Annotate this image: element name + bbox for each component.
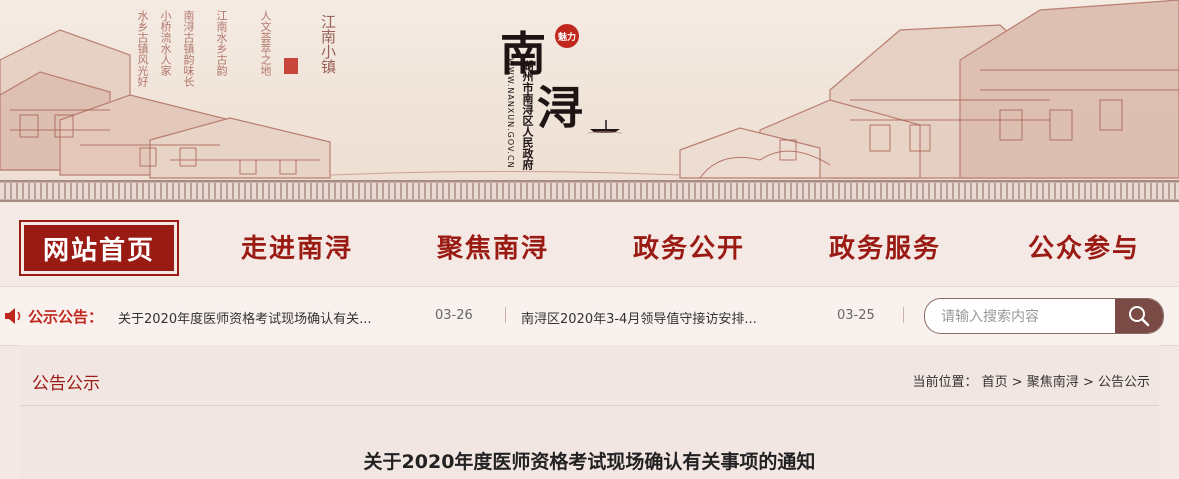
nav-item-about-nanxun[interactable]: 走进南浔	[222, 220, 372, 272]
speaker-icon	[5, 308, 21, 324]
search-button[interactable]	[1115, 299, 1163, 333]
nav-item-government-services[interactable]: 政务服务	[810, 220, 960, 272]
breadcrumb-separator: >	[1011, 375, 1027, 390]
decorative-border	[0, 180, 1179, 202]
divider	[903, 307, 904, 323]
breadcrumb-current-link[interactable]: 公告公示	[1098, 375, 1150, 390]
government-name: 湖州市南浔区人民政府	[521, 60, 534, 170]
article-title: 关于2020年度医师资格考试现场确认有关事项的通知	[363, 451, 816, 473]
calligraphy-text: 小桥流水人家	[159, 10, 172, 76]
site-url: WWW.NANXUN.GOV.CN	[506, 58, 515, 169]
search-icon	[1129, 306, 1150, 327]
nav-item-public-participation[interactable]: 公众参与	[1008, 220, 1160, 272]
breadcrumb-separator: >	[1082, 375, 1098, 390]
section-header: 公告公示 当前位置： 首页 > 聚焦南浔 > 公告公示	[20, 345, 1159, 406]
nav-item-home[interactable]: 网站首页	[19, 220, 179, 276]
search-box	[924, 298, 1164, 334]
main-navigation: 网站首页 走进南浔 聚焦南浔 政务公开 政务服务 公众参与	[0, 202, 1179, 286]
logo-character-xun: 浔	[537, 81, 583, 135]
content-panel: 公告公示 当前位置： 首页 > 聚焦南浔 > 公告公示 关于2020年度医师资格…	[20, 345, 1159, 479]
calligraphy-title: 江南小镇	[319, 14, 337, 74]
breadcrumb-prefix: 当前位置：	[912, 375, 978, 390]
announcement-date: 03-25	[837, 308, 875, 323]
breadcrumb: 当前位置： 首页 > 聚焦南浔 > 公告公示	[912, 371, 1150, 390]
calligraphy-text: 水乡古镇风光好	[136, 10, 149, 87]
calligraphy-text: 南浔古镇韵味长	[182, 10, 195, 87]
logo-seal: 魅力	[555, 24, 579, 48]
nav-item-government-affairs[interactable]: 政务公开	[614, 220, 764, 272]
search-input[interactable]	[939, 299, 1113, 333]
announcement-bar: 公示公告： 关于2020年度医师资格考试现场确认有关... 03-26 南浔区2…	[0, 286, 1179, 346]
announcement-date: 03-26	[435, 308, 473, 323]
announcement-link[interactable]: 关于2020年度医师资格考试现场确认有关...	[118, 308, 371, 327]
calligraphy-text: 江南水乡古韵	[215, 10, 228, 76]
announcement-label: 公示公告：	[28, 308, 104, 326]
section-title: 公告公示	[32, 374, 100, 394]
breadcrumb-focus-link[interactable]: 聚焦南浔	[1027, 375, 1079, 390]
header-banner: 水乡古镇风光好 小桥流水人家 南浔古镇韵味长 江南水乡古韵 人文荟萃之地 江南小…	[0, 0, 1179, 180]
announcement-link[interactable]: 南浔区2020年3-4月领导值守接访安排...	[521, 308, 757, 327]
divider	[505, 307, 506, 323]
boat-icon	[588, 120, 622, 134]
nav-item-focus-nanxun[interactable]: 聚焦南浔	[418, 220, 568, 272]
breadcrumb-home-link[interactable]: 首页	[982, 375, 1008, 390]
ink-painting-illustration	[0, 0, 1179, 179]
calligraphy-text: 人文荟萃之地	[259, 10, 272, 76]
